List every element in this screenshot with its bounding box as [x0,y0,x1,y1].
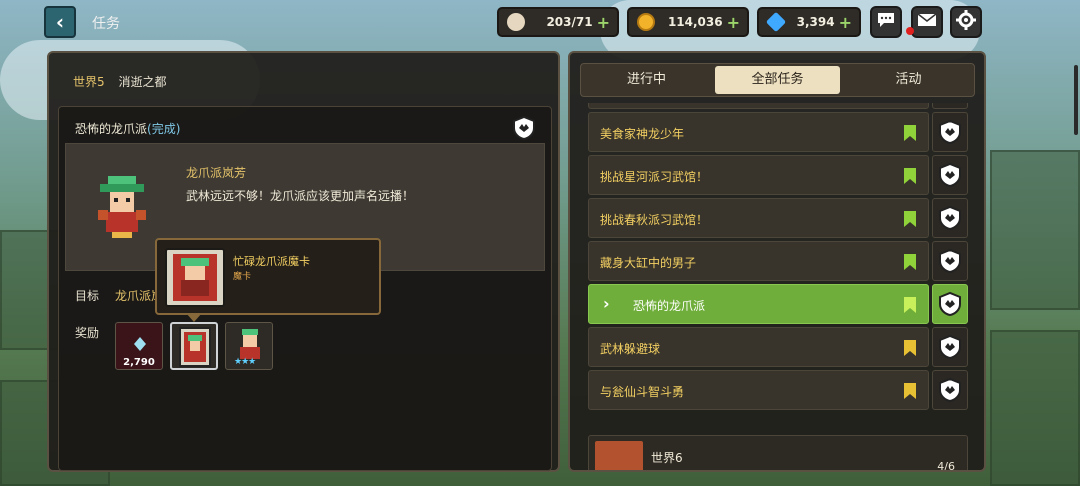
mail-button[interactable] [911,6,943,38]
quest-row[interactable]: › 恐怖的龙爪派 [588,284,968,324]
clan-emblem-icon[interactable] [932,112,968,152]
bookmark-icon [904,211,916,227]
reward-gem-slot[interactable]: 2,790 [115,322,163,370]
chevron-right-icon: › [603,294,610,313]
quest-row-button[interactable] [588,103,929,109]
quest-row-button[interactable]: 与瓮仙斗智斗勇 [588,370,929,410]
quest-row[interactable] [588,103,968,109]
small-gem-icon [134,337,146,351]
mail-icon [917,12,937,32]
hero-stars: ★★★ [234,357,256,367]
clan-emblem-icon[interactable] [932,155,968,195]
goal-label: 目标 [75,289,100,303]
clan-emblem-icon[interactable] [932,103,968,109]
quest-label: 藏身大缸中的男子 [600,256,697,270]
settings-button[interactable] [950,6,982,38]
back-button[interactable]: ‹ [44,6,76,38]
notification-dot [906,27,914,35]
world-6-row[interactable]: 世界6 4/6 [588,435,968,472]
quest-row[interactable]: 武林躲避球 [588,327,968,367]
tab-all-quests[interactable]: 全部任务 [715,66,840,94]
gold-counter[interactable]: 114,036 + [627,7,749,37]
breadcrumb: 世界5 消逝之都 [73,73,166,90]
stamina-value: 203/71 [546,15,593,29]
reward-hero-slot[interactable]: ★★★ [225,322,273,370]
bookmark-icon [904,125,916,141]
gear-icon [956,10,976,34]
quest-row-button[interactable]: 藏身大缸中的男子 [588,241,929,281]
chat-icon [876,11,896,33]
world-6-thumbnail [595,441,643,470]
tooltip-arrow [186,313,202,322]
quest-row-button[interactable]: 美食家神龙少年 [588,112,929,152]
diamond-icon [765,11,787,33]
tooltip-item-type: 魔卡 [233,272,252,282]
quest-row-button[interactable]: 挑战春秋派习武馆！ [588,198,929,238]
quest-label: 与瓮仙斗智斗勇 [600,385,685,399]
clan-emblem-icon[interactable] [932,198,968,238]
bookmark-icon [904,254,916,270]
bookmark-icon [904,168,916,184]
world-6-label: 世界6 [651,451,683,465]
quest-label: 恐怖的龙爪派 [633,299,706,313]
add-stamina-icon[interactable]: + [597,13,610,32]
gold-coin-icon [637,13,655,31]
card-icon [179,327,211,367]
quest-status: (完成) [147,122,181,136]
tab-events[interactable]: 活动 [846,66,971,94]
clan-emblem-icon[interactable] [932,284,968,324]
tab-in-progress[interactable]: 进行中 [584,66,709,94]
card-art-icon [173,254,217,301]
gold-value: 114,036 [667,15,723,29]
gem-counter[interactable]: 3,394 + [757,7,861,37]
hero-icon [240,329,260,359]
page-title: 任务 [92,16,120,32]
quest-list-panel: 进行中 全部任务 活动 美食家神龙少年挑战星河派习武馆！ 挑战春秋派习武馆！ 藏身大… [568,51,986,472]
quest-row-selected[interactable]: › 恐怖的龙爪派 [588,284,929,324]
world-label: 世界5 [73,75,105,89]
quest-title-text: 恐怖的龙爪派 [75,122,148,136]
quest-row[interactable]: 挑战春秋派习武馆！ [588,198,968,238]
world-6-progress: 4/6 [937,460,955,472]
add-gem-icon[interactable]: + [839,13,852,32]
quest-row[interactable]: 挑战星河派习武馆！ [588,155,968,195]
tooltip-item-name: 忙碌龙爪派魔卡 [233,255,310,268]
reward-tooltip: 忙碌龙爪派魔卡 魔卡 [155,238,381,315]
quest-row[interactable]: 美食家神龙少年 [588,112,968,152]
quest-label: 挑战星河派习武馆！ [600,170,709,184]
bookmark-icon [904,340,916,356]
npc-dialogue: 武林远远不够！龙爪派应该更加声名远播！ [186,189,415,203]
clan-emblem-icon[interactable] [932,370,968,410]
reward-gem-qty: 2,790 [123,357,155,368]
coffee-cup-icon [507,13,525,31]
area-label: 消逝之都 [118,75,167,89]
quest-row[interactable]: 藏身大缸中的男子 [588,241,968,281]
npc-portrait-icon [98,176,146,238]
quest-row-button[interactable]: 武林躲避球 [588,327,929,367]
reward-card-slot[interactable] [170,322,218,370]
quest-label: 美食家神龙少年 [600,127,685,141]
bookmark-icon [904,383,916,399]
clan-emblem-icon [513,115,535,141]
tooltip-card-image [165,248,225,307]
npc-name: 龙爪派岚芳 [186,166,247,180]
clan-emblem-icon[interactable] [932,241,968,281]
bookmark-icon [904,297,916,313]
gem-value: 3,394 [796,15,835,29]
scrollbar[interactable] [1074,65,1078,135]
quest-row[interactable]: 与瓮仙斗智斗勇 [588,370,968,410]
quest-label: 武林躲避球 [600,342,661,356]
quest-label: 挑战春秋派习武馆！ [600,213,709,227]
quest-title: 恐怖的龙爪派(完成) [75,120,180,137]
clan-emblem-icon[interactable] [932,327,968,367]
quest-row-button[interactable]: 挑战星河派习武馆！ [588,155,929,195]
chat-button[interactable] [870,6,902,38]
add-gold-icon[interactable]: + [727,13,740,32]
quest-list[interactable]: 美食家神龙少年挑战星河派习武馆！ 挑战春秋派习武馆！ 藏身大缸中的男子 › 恐怖的龙爪派… [588,103,968,470]
stamina-counter[interactable]: 203/71 + [497,7,619,37]
reward-label: 奖励 [75,326,100,340]
chevron-left-icon: ‹ [55,10,65,34]
quest-tabs: 进行中 全部任务 活动 [580,63,975,97]
